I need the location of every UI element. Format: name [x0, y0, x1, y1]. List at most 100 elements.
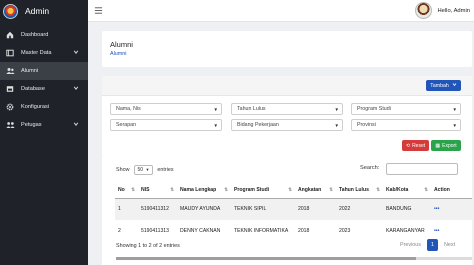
chevron-down-icon — [73, 85, 79, 93]
cell-prodi: TEKNIK SIPIL — [231, 198, 295, 220]
logo — [3, 3, 18, 19]
filter-card-header: Tambah — [102, 76, 472, 96]
table-card: Show 50 ▼ entries Search: No ⇅ NIS ⇅ Nama … — [102, 156, 472, 265]
sidebar-item-label: Master Data — [21, 50, 52, 56]
filter-nama-nis-value: Nama, Nis — [116, 106, 141, 112]
export-button-label: Export — [442, 142, 457, 149]
people-icon — [5, 120, 15, 130]
breadcrumb[interactable]: Alumni — [110, 51, 126, 57]
column-label: NIS — [141, 186, 150, 193]
cell-lulus: 2022 — [336, 198, 383, 220]
column-header-action[interactable]: Action — [431, 182, 472, 199]
sort-icon: ⇅ — [170, 187, 174, 192]
column-header-nama-lengkap[interactable]: Nama Lengkap ⇅ — [177, 182, 231, 199]
filter-nama-nis[interactable]: Nama, Nis ▼ — [110, 103, 222, 115]
caret-down-icon: ▼ — [145, 167, 150, 172]
search-label: Search: — [360, 165, 380, 171]
column-header-nis[interactable]: NIS ⇅ — [138, 182, 177, 199]
sidebar-item-petugas[interactable]: Petugas — [0, 116, 88, 134]
avatar — [415, 2, 433, 19]
search-input[interactable] — [386, 163, 458, 175]
sort-icon: ⇅ — [329, 187, 333, 192]
reset-icon: ⟲ — [405, 142, 411, 149]
cell-nama: MAUDY AYUNDA — [177, 198, 231, 220]
reset-button[interactable]: ⟲ Reset — [402, 140, 429, 151]
caret-down-icon: ▼ — [452, 123, 457, 128]
column-label: No — [118, 186, 125, 193]
horizontal-scrollbar[interactable] — [116, 257, 472, 260]
app-title: Admin — [25, 6, 50, 16]
sidebar-item-konfigurasi[interactable]: Konfigurasi — [0, 98, 88, 116]
scrollbar-thumb[interactable] — [116, 257, 416, 260]
pagination-next[interactable]: Next — [441, 240, 458, 250]
column-label: Kab/Kota — [386, 186, 409, 193]
column-header-tahun-lulus[interactable]: Tahun Lulus ⇅ — [336, 182, 383, 199]
column-header-no[interactable]: No ⇅ — [115, 182, 138, 199]
sidebar-item-label: Petugas — [21, 122, 42, 128]
sidebar-item-alumni[interactable]: Alumni — [0, 62, 88, 80]
caret-down-icon: ▼ — [452, 107, 457, 112]
entries-select-value: 50 — [137, 167, 144, 173]
user-greeting: Hello, Admin — [437, 7, 470, 14]
cell-no: 1 — [115, 198, 138, 220]
cell-angkatan: 2018 — [298, 228, 310, 234]
spreadsheet-icon: ▦ — [435, 142, 441, 149]
hamburger-menu-icon[interactable] — [94, 6, 103, 15]
add-button[interactable]: Tambah — [426, 80, 461, 91]
folder-icon — [5, 48, 15, 58]
sidebar-menu: Dashboard Master Data Alumni Database Ko… — [0, 26, 88, 134]
filter-provinsi-value: Provinsi — [357, 122, 376, 128]
table-info: Showing 1 to 2 of 2 entries — [116, 243, 180, 249]
filter-serapan[interactable]: Serapan ▼ — [110, 119, 222, 131]
filter-tahun-lulus[interactable]: Tahun Lulus ▼ — [231, 103, 343, 115]
filter-tahun-lulus-value: Tahun Lulus — [237, 106, 266, 112]
sidebar-item-label: Konfigurasi — [21, 104, 49, 110]
cell-lulus: 2023 — [339, 228, 351, 234]
pagination: Previous 1 Next — [397, 239, 458, 251]
sort-icon: ⇅ — [131, 187, 135, 192]
sidebar-item-database[interactable]: Database — [0, 80, 88, 98]
entries-length-control: Show 50 ▼ entries — [116, 165, 174, 175]
sidebar: Admin Dashboard Master Data Alumni Datab… — [0, 0, 88, 265]
brand[interactable]: Admin — [0, 0, 88, 22]
add-button-label: Tambah — [430, 82, 449, 89]
filter-provinsi[interactable]: Provinsi ▼ — [351, 119, 461, 131]
pagination-page-current[interactable]: 1 — [426, 239, 438, 251]
more-actions-icon[interactable]: ••• — [434, 206, 439, 212]
sort-icon: ⇅ — [288, 187, 292, 192]
column-label: Nama Lengkap — [180, 186, 217, 193]
cell-nis: 5190411313 — [141, 228, 169, 234]
sidebar-item-master-data[interactable]: Master Data — [0, 44, 88, 62]
column-header-kab-kota[interactable]: Kab/Kota ⇅ — [383, 182, 431, 199]
chevron-down-icon — [452, 82, 457, 89]
filter-program-studi[interactable]: Program Studi ▼ — [351, 103, 461, 115]
cell-nis: 5190411312 — [138, 198, 177, 220]
column-header-program-studi[interactable]: Program Studi ⇅ — [231, 182, 295, 199]
entries-select[interactable]: 50 ▼ — [133, 165, 154, 175]
caret-down-icon: ▼ — [213, 123, 218, 128]
cell-kota: BANDUNG — [383, 198, 431, 220]
pagination-previous[interactable]: Previous — [397, 240, 424, 250]
filter-card: Tambah Nama, Nis ▼ Tahun Lulus ▼ Program… — [102, 76, 472, 156]
alumni-table: No ⇅ NIS ⇅ Nama Lengkap ⇅ Program Studi ⇅ An… — [115, 182, 472, 242]
more-actions-icon[interactable]: ••• — [434, 228, 439, 234]
column-label: Program Studi — [234, 186, 270, 193]
export-button[interactable]: ▦ Export — [431, 140, 461, 151]
show-label: Show — [116, 167, 130, 173]
caret-down-icon: ▼ — [334, 107, 339, 112]
cell-action: ••• — [431, 198, 472, 220]
database-icon — [5, 84, 15, 94]
chevron-down-icon — [73, 121, 79, 129]
column-label: Action — [434, 186, 450, 193]
caret-down-icon: ▼ — [334, 123, 339, 128]
table-row: 1 5190411312 MAUDY AYUNDA TEKNIK SIPIL 2… — [115, 198, 472, 220]
user-menu[interactable]: Hello, Admin — [415, 2, 470, 19]
sidebar-item-dashboard[interactable]: Dashboard — [0, 26, 88, 44]
sort-icon: ⇅ — [424, 187, 428, 192]
sidebar-item-label: Database — [21, 86, 45, 92]
filter-bidang-pekerjaan[interactable]: Bidang Pekerjaan ▼ — [231, 119, 343, 131]
filter-serapan-value: Serapan — [116, 122, 137, 128]
column-header-angkatan[interactable]: Angkatan ⇅ — [295, 182, 336, 199]
cell-prodi: TEKNIK INFORMATIKA — [234, 228, 289, 234]
home-icon — [5, 30, 15, 40]
